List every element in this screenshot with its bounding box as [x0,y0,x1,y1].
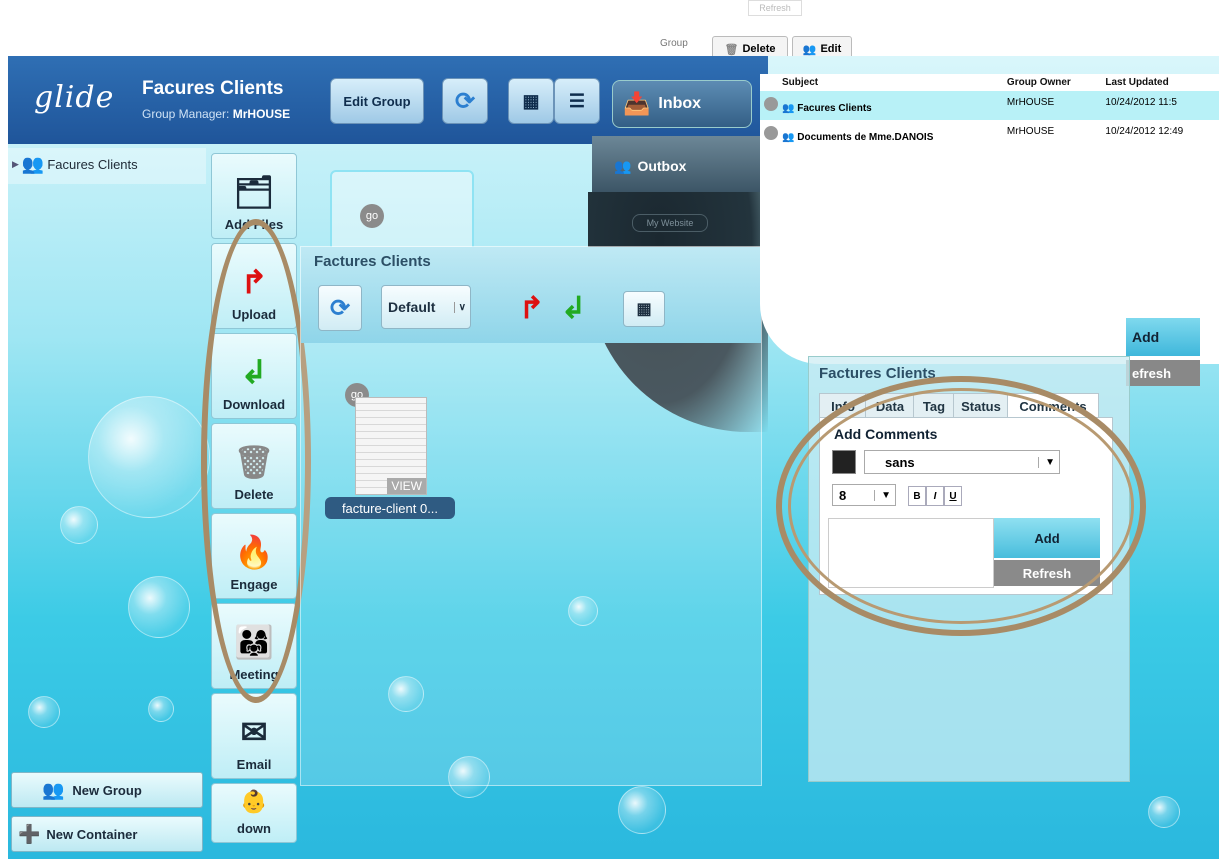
new-group-icon: 👥 [42,779,65,800]
view-select[interactable]: Default ∨ [381,285,471,329]
users-icon: 👥 [802,43,817,56]
highlight-oval-right-inner [788,388,1134,624]
trash-icon: 🗑 [724,43,739,56]
subject-text: Facures Clients [797,103,872,114]
group-title: Facures Clients [142,78,284,99]
edit-group-button[interactable]: Edit Group [330,78,424,124]
subject-cell: 👥 Facures Clients [760,91,1003,120]
owner-cell: MrHOUSE [1006,126,1055,137]
new-group-label: New Group [72,782,142,798]
bubble-decoration [128,576,190,638]
group-manager: Group Manager: MrHOUSE [142,107,290,121]
tree-item-label: Facures Clients [47,157,138,172]
group-manager-name: MrHOUSE [232,107,291,121]
inbox-table: Subject Group Owner Last Updated 👥 Facur… [760,74,1219,149]
inbox-icon: 📥 [623,91,651,116]
subject-header[interactable]: Subject [760,74,1003,91]
avatar-icon: 👶 [240,789,268,814]
email-button[interactable]: ✉ Email [211,693,297,779]
grid-view-icon: ▦ [522,90,540,111]
email-icon: ✉ [240,714,268,750]
delete-label: Delete [742,43,776,55]
tree-item[interactable]: ▶ 👥 Facures Clients [12,154,138,175]
chevron-down-icon: ∨ [453,301,466,313]
outbox-button[interactable]: 👥 Outbox [614,152,734,180]
grid-view-icon: ▦ [636,301,652,318]
grid-view-button[interactable]: ▦ [623,291,665,327]
inbox-label: Inbox [658,95,702,112]
users-icon: 👥 [614,157,632,174]
subject-text: Documents de Mme.DANOIS [797,132,934,143]
outbox-label: Outbox [637,158,687,174]
bubble-decoration [1148,796,1180,828]
last-updated-header[interactable]: Last Updated [1101,74,1219,91]
files-panel: Factures Clients ⟳ Default ∨ ↱ ↲ ▦ go VI… [300,246,762,786]
upload-arrow-icon[interactable]: ↱ [519,291,544,326]
glide-logo: glide [34,80,115,115]
bubble-decoration [60,506,98,544]
down-label: down [237,821,271,836]
down-button[interactable]: 👶 down [211,783,297,843]
bubble-decoration [88,396,210,518]
view-select-value: Default [388,299,436,315]
list-view-icon: ☰ [568,90,586,111]
add-files-icon: 🗂 [233,174,275,210]
table-header-row: Subject Group Owner Last Updated [760,74,1219,91]
users-icon: 👥 [782,132,798,143]
view-badge[interactable]: VIEW [387,478,426,494]
new-group-button[interactable]: 👥 New Group [11,772,203,808]
list-add-button[interactable]: Add [1126,318,1200,356]
top-strip: Refresh Group 🗑 Delete 👥 Edit [620,0,1219,62]
updated-cell: 10/24/2012 12:49 [1105,126,1184,137]
refresh-button[interactable]: ⟳ [318,285,362,331]
inbox-button[interactable]: 📥 Inbox [612,80,752,128]
subject-cell: 👥 Documents de Mme.DANOIS [760,120,1003,149]
new-container-icon: ➕ [18,823,41,844]
bubble-decoration [28,696,60,728]
files-panel-header: Factures Clients ⟳ Default ∨ ↱ ↲ ▦ [301,247,761,343]
app-window: glide Facures Clients Group Manager: MrH… [8,56,1219,859]
users-icon: 👥 [782,103,798,114]
go-badge[interactable]: go [360,204,384,228]
updated-cell: 10/24/2012 11:5 [1105,97,1177,108]
group-button-top[interactable]: Group [660,38,708,58]
expand-arrow-icon: ▶ [12,159,19,169]
email-label: Email [236,757,272,772]
highlight-oval-left [201,219,311,703]
table-row[interactable]: 👥 Documents de Mme.DANOIS MrHOUSE 10/24/… [760,120,1219,149]
group-owner-header[interactable]: Group Owner [1003,74,1101,91]
refresh-icon: ⟳ [454,87,476,115]
edit-label: Edit [820,43,842,55]
group-avatar-icon: 👥 [21,154,45,174]
new-container-button[interactable]: ➕ New Container [11,816,203,852]
refresh-button[interactable]: ⟳ [442,78,488,124]
refresh-icon: ⟳ [329,294,351,322]
grid-view-button[interactable]: ▦ [508,78,554,124]
go-icon [764,126,778,140]
list-refresh-button[interactable]: efresh [1126,360,1200,386]
file-thumbnail[interactable]: VIEW [355,397,427,495]
group-manager-label: Group Manager: [142,107,230,121]
go-icon [764,97,778,111]
new-container-label: New Container [46,826,138,842]
list-view-button[interactable]: ☰ [554,78,600,124]
file-name-label[interactable]: facture-client 0... [325,497,455,519]
bubble-decoration [618,786,666,834]
files-panel-title: Factures Clients [314,253,431,270]
owner-cell: MrHOUSE [1006,97,1055,108]
bubble-decoration [148,696,174,722]
table-row[interactable]: 👥 Facures Clients MrHOUSE 10/24/2012 11:… [760,91,1219,120]
my-website-button[interactable]: My Website [632,214,708,232]
group-thumbnail[interactable]: go [330,170,474,254]
download-arrow-icon[interactable]: ↲ [561,291,586,326]
group-tree: ▶ 👥 Facures Clients [8,148,206,184]
refresh-button-top[interactable]: Refresh [748,0,802,16]
